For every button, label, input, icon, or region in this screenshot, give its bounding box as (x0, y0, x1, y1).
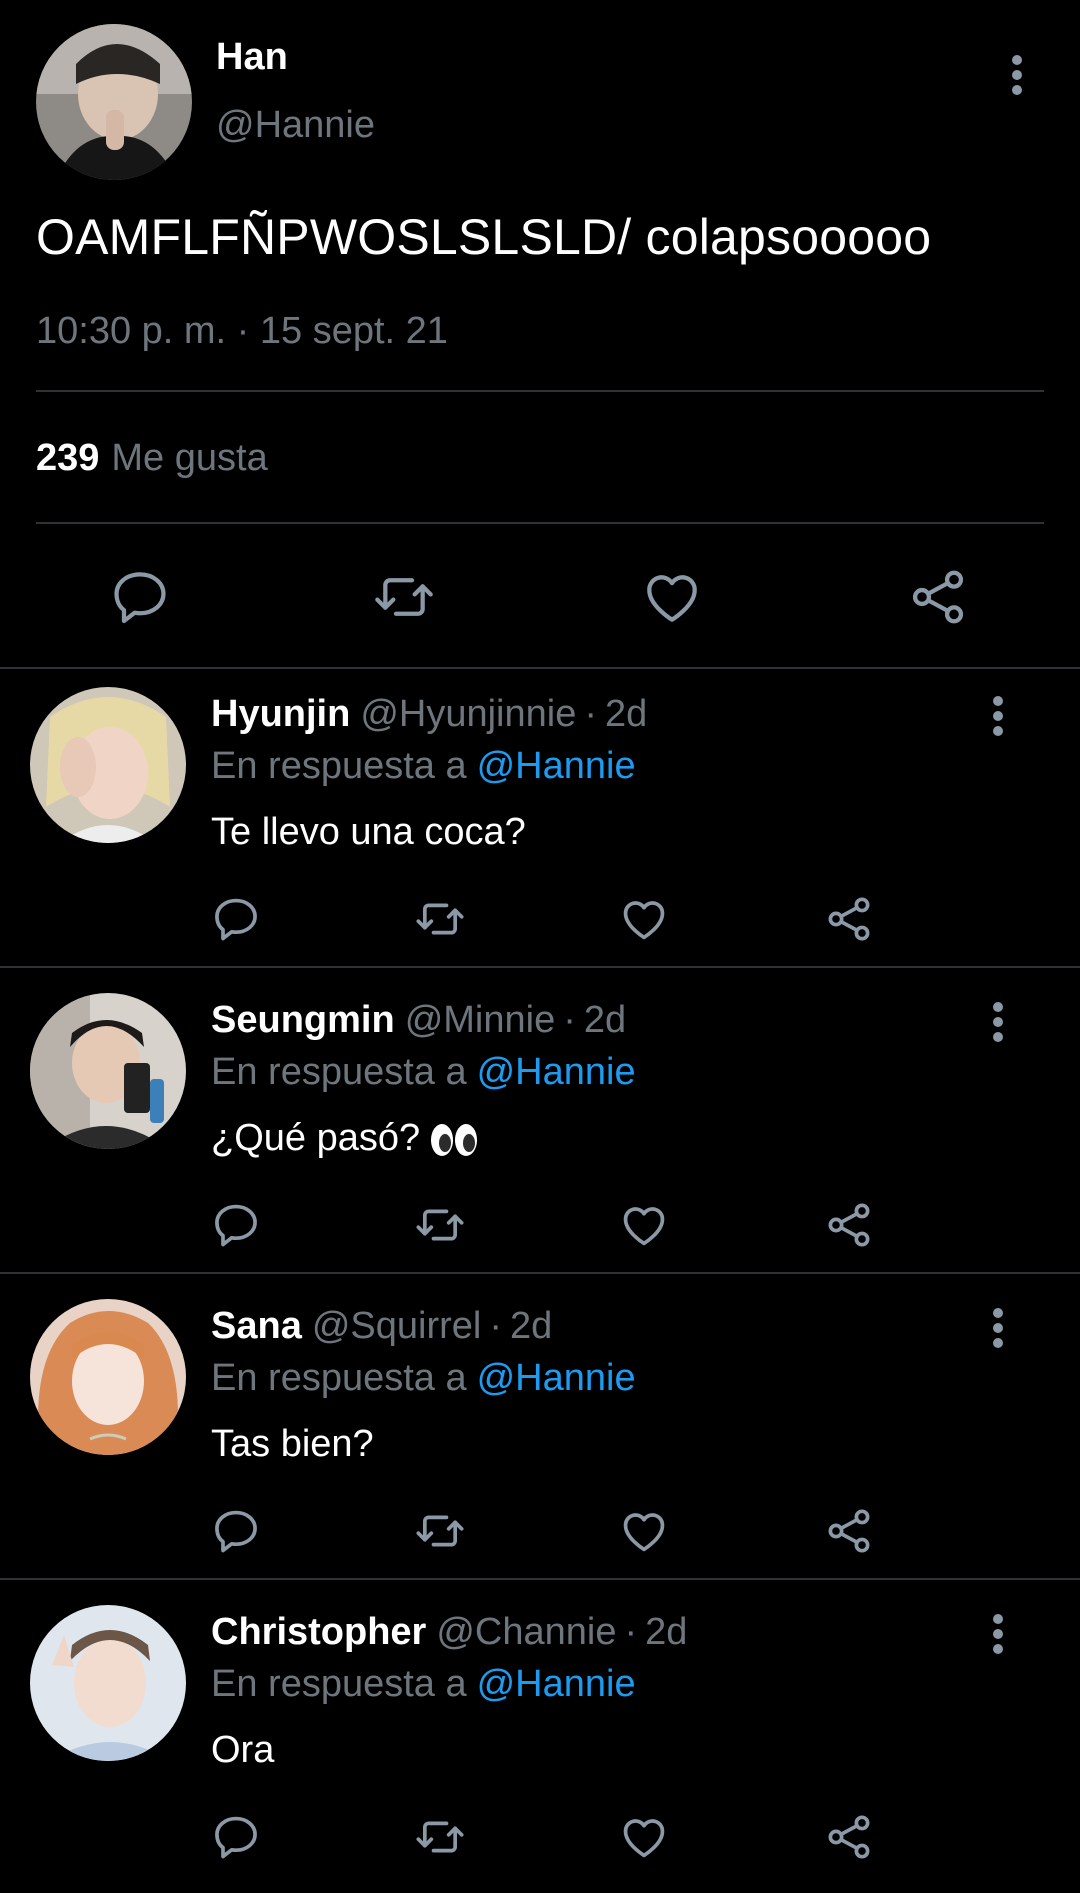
separator: · (584, 693, 597, 735)
separator: · (489, 1305, 502, 1347)
replying-to: En respuesta a @Hannie (211, 1051, 636, 1094)
replying-to: En respuesta a @Hannie (211, 745, 636, 788)
share-icon[interactable] (823, 893, 875, 945)
avatar[interactable] (30, 1605, 186, 1761)
more-icon[interactable] (983, 1611, 1013, 1657)
reply-text-row: ¿Qué pasó? (211, 1117, 478, 1160)
replying-to-label: En respuesta a (211, 1663, 467, 1705)
replying-to-label: En respuesta a (211, 1051, 467, 1093)
replying-to-label: En respuesta a (211, 1357, 467, 1399)
replying-to-label: En respuesta a (211, 745, 467, 787)
likes-stat[interactable]: 239 Me gusta (36, 437, 268, 480)
author-name[interactable]: Han (216, 36, 288, 79)
author-name[interactable]: Christopher (211, 1611, 426, 1653)
separator: · (624, 1611, 638, 1653)
author-handle[interactable]: @Channie (436, 1611, 616, 1653)
avatar[interactable] (30, 993, 186, 1149)
reply-icon[interactable] (210, 893, 262, 945)
mention-link[interactable]: @Hannie (477, 1663, 636, 1705)
retweet-icon[interactable] (414, 1199, 466, 1251)
share-icon[interactable] (823, 1811, 875, 1863)
reply-header: Christopher @Channie · 2d (211, 1611, 687, 1654)
reply-tweet[interactable]: Christopher @Channie · 2d En respuesta a @Ha… (0, 1587, 1080, 1893)
like-icon[interactable] (640, 565, 704, 629)
tweet-timestamp[interactable]: 10:30 p. m. · 15 sept. 21 (36, 310, 448, 353)
share-icon[interactable] (823, 1505, 875, 1557)
reply-icon[interactable] (210, 1811, 262, 1863)
author-handle[interactable]: @Squirrel (312, 1305, 482, 1347)
tweet-text: OAMFLFÑPWOSLSLSLD/ colapsooooo (36, 209, 932, 265)
divider (0, 966, 1080, 968)
likes-label: Me gusta (111, 437, 268, 479)
main-tweet: Han @Hannie OAMFLFÑPWOSLSLSLD/ colapsooo… (0, 0, 1080, 669)
replying-to: En respuesta a @Hannie (211, 1663, 636, 1706)
reply-tweet[interactable]: Sana @Squirrel · 2d En respuesta a @Hannie T… (0, 1281, 1080, 1587)
reply-time[interactable]: 2d (605, 693, 647, 735)
author-handle[interactable]: @Hyunjinnie (360, 693, 576, 735)
reply-icon[interactable] (210, 1505, 262, 1557)
like-icon[interactable] (618, 893, 670, 945)
more-icon[interactable] (983, 1305, 1013, 1351)
more-icon[interactable] (1002, 52, 1032, 98)
reply-header: Hyunjin @Hyunjinnie · 2d (211, 693, 647, 736)
retweet-icon[interactable] (414, 893, 466, 945)
reply-header: Seungmin @Minnie · 2d (211, 999, 626, 1042)
reply-time[interactable]: 2d (645, 1611, 687, 1653)
reply-text: Tas bien? (211, 1423, 374, 1465)
divider (36, 522, 1044, 524)
reply-tweet[interactable]: Hyunjin @Hyunjinnie · 2d En respuesta a @Han… (0, 669, 1080, 975)
avatar[interactable] (30, 687, 186, 843)
mention-link[interactable]: @Hannie (477, 1051, 636, 1093)
like-icon[interactable] (618, 1505, 670, 1557)
reply-header: Sana @Squirrel · 2d (211, 1305, 552, 1348)
reply-icon[interactable] (108, 565, 172, 629)
retweet-icon[interactable] (414, 1505, 466, 1557)
retweet-icon[interactable] (372, 565, 436, 629)
share-icon[interactable] (823, 1199, 875, 1251)
retweet-icon[interactable] (414, 1811, 466, 1863)
mention-link[interactable]: @Hannie (477, 1357, 636, 1399)
eyes-emoji-icon (430, 1123, 478, 1157)
author-name[interactable]: Sana (211, 1305, 302, 1347)
mention-link[interactable]: @Hannie (477, 745, 636, 787)
author-name[interactable]: Seungmin (211, 999, 395, 1041)
author-handle[interactable]: @Minnie (405, 999, 556, 1041)
likes-count: 239 (36, 437, 100, 479)
avatar[interactable] (36, 24, 192, 180)
like-icon[interactable] (618, 1811, 670, 1863)
divider (0, 1578, 1080, 1580)
reply-tweet[interactable]: Seungmin @Minnie · 2d En respuesta a @Hannie… (0, 975, 1080, 1281)
share-icon[interactable] (906, 565, 970, 629)
author-handle[interactable]: @Hannie (216, 104, 375, 147)
avatar[interactable] (30, 1299, 186, 1455)
more-icon[interactable] (983, 999, 1013, 1045)
reply-time[interactable]: 2d (510, 1305, 552, 1347)
reply-text: Te llevo una coca? (211, 811, 526, 853)
reply-text: ¿Qué pasó? (211, 1117, 421, 1159)
author-name[interactable]: Hyunjin (211, 693, 350, 735)
reply-time[interactable]: 2d (584, 999, 626, 1041)
replying-to: En respuesta a @Hannie (211, 1357, 636, 1400)
reply-text: Ora (211, 1729, 275, 1771)
reply-icon[interactable] (210, 1199, 262, 1251)
divider (0, 1272, 1080, 1274)
separator: · (563, 999, 576, 1041)
divider (36, 390, 1044, 392)
like-icon[interactable] (618, 1199, 670, 1251)
more-icon[interactable] (983, 693, 1013, 739)
